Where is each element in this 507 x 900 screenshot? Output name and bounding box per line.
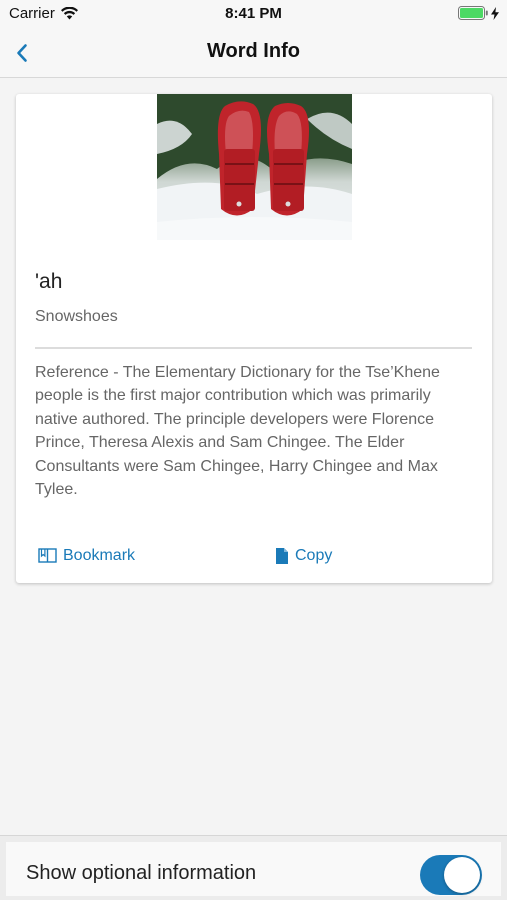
reference-text: Reference - The Elementary Dictionary fo… bbox=[35, 364, 440, 499]
navigation-bar: Word Info bbox=[0, 28, 507, 78]
show-optional-toggle[interactable] bbox=[420, 855, 482, 895]
copy-button[interactable]: Copy bbox=[275, 547, 332, 565]
page-title: Word Info bbox=[207, 40, 300, 62]
copy-label: Copy bbox=[295, 547, 333, 564]
word-translation: Snowshoes bbox=[35, 308, 118, 325]
show-optional-row: Show optional information bbox=[6, 842, 501, 896]
word-title: 'ah bbox=[35, 270, 63, 293]
copy-icon bbox=[276, 548, 288, 564]
bookmark-icon bbox=[38, 548, 57, 563]
charging-bolt-icon bbox=[491, 6, 499, 20]
battery-icon bbox=[458, 6, 488, 20]
status-bar: Carrier 8:41 PM bbox=[0, 0, 507, 28]
toggle-knob bbox=[444, 857, 480, 893]
show-optional-label: Show optional information bbox=[26, 862, 257, 884]
divider bbox=[35, 347, 472, 349]
bookmark-button[interactable]: Bookmark bbox=[38, 547, 135, 565]
bottom-options-bar: Show optional information bbox=[0, 835, 507, 900]
word-image bbox=[157, 94, 352, 240]
snowshoes-picture bbox=[157, 94, 352, 240]
bookmark-label: Bookmark bbox=[63, 547, 136, 564]
status-time: 8:41 PM bbox=[225, 5, 282, 22]
battery-indicator bbox=[458, 6, 499, 20]
word-card: 'ah Snowshoes Reference - The Elementary… bbox=[16, 94, 492, 583]
